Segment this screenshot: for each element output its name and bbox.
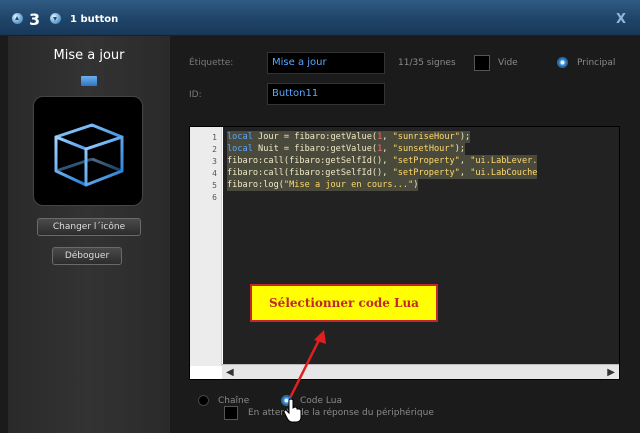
close-icon[interactable]: X (616, 12, 626, 27)
code-line: fibaro:call(fibaro:getSelfId(), "setProp… (227, 167, 538, 179)
code-line: fibaro:log("Mise a jour en cours...") (227, 179, 419, 191)
label-input[interactable]: Mise a jour (267, 52, 385, 74)
line-number: 1 (212, 133, 217, 142)
principal-label: Principal (577, 58, 616, 68)
device-icon-box[interactable] (33, 96, 143, 206)
status-led (81, 76, 97, 86)
annotation-arrow-icon (288, 330, 326, 399)
id-input[interactable]: Button11 (267, 83, 385, 105)
title-bar: 3 1 button X (0, 0, 640, 36)
chevron-up-icon[interactable] (12, 13, 23, 24)
change-icon-button[interactable]: Changer l´icône (37, 218, 141, 236)
line-gutter: 1 2 3 4 5 6 (190, 127, 222, 366)
id-field-label: ID: (189, 90, 202, 100)
button-name: Mise a jour (53, 48, 125, 63)
lua-code-label: Code Lua (300, 396, 342, 406)
principal-radio[interactable] (557, 57, 568, 68)
line-number: 3 (212, 157, 217, 166)
line-number: 5 (212, 181, 217, 190)
wait-response-label: En attente de la réponse du périphérique (248, 408, 434, 418)
code-editor[interactable]: 1 2 3 4 5 6 local Jour = fibaro:getValue… (189, 126, 620, 380)
empty-label: Vide (498, 58, 518, 68)
window-title: 1 button (70, 14, 119, 25)
line-number: 4 (212, 169, 217, 178)
chevron-down-icon[interactable] (50, 13, 61, 24)
string-radio[interactable] (198, 395, 209, 406)
scene-number: 3 (29, 10, 41, 29)
string-label: Chaîne (218, 396, 250, 406)
scroll-right-icon[interactable]: ▶ (607, 367, 615, 378)
line-number: 2 (212, 145, 217, 154)
code-line: local Jour = fibaro:getValue(1, "sunrise… (227, 131, 471, 143)
debug-button[interactable]: Déboguer (52, 247, 122, 265)
label-field-label: Étiquette: (189, 58, 234, 68)
code-line: local Nuit = fibaro:getValue(1, "sunsetH… (227, 143, 466, 155)
empty-checkbox[interactable] (474, 55, 490, 71)
cube-icon (54, 123, 124, 187)
annotation-callout: Sélectionner code Lua (250, 284, 438, 322)
wait-response-checkbox[interactable] (224, 406, 238, 420)
scroll-left-icon[interactable]: ◀ (226, 367, 234, 378)
left-panel: Mise a jour Changer l´icône Déboguer (8, 36, 170, 433)
hand-pointer-icon (283, 398, 302, 423)
line-number: 6 (212, 193, 217, 202)
code-line: fibaro:call(fibaro:getSelfId(), "setProp… (227, 155, 538, 167)
char-count: 11/35 signes (398, 58, 456, 68)
